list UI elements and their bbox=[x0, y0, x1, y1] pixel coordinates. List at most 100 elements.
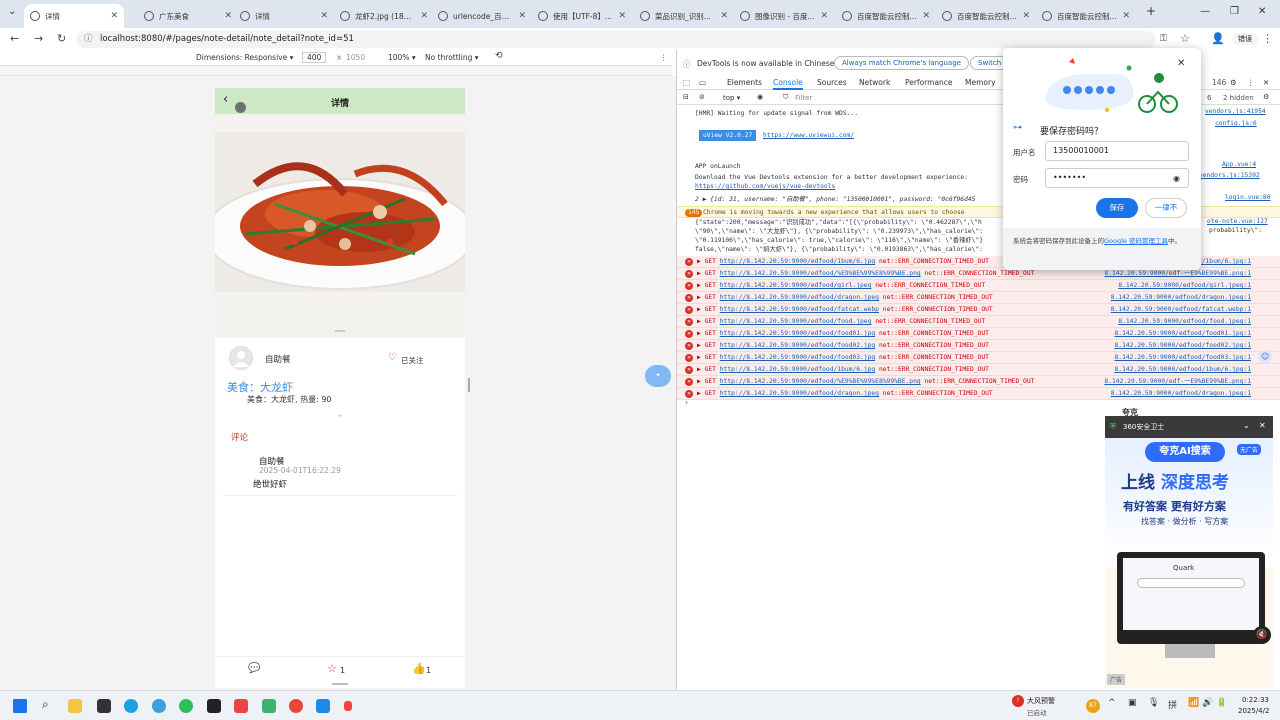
star-icon[interactable]: ☆ bbox=[327, 662, 337, 675]
error-source-link[interactable]: 8.142.20.59:9000/edfood/girl.jpeg:1 bbox=[1118, 280, 1251, 291]
error-source-link[interactable]: 8.142.20.59:9000/edfood/food02.jpg:1 bbox=[1115, 340, 1251, 351]
browser-tab[interactable]: 百度智能云控制... ✕ bbox=[836, 4, 936, 28]
error-url[interactable]: http://8.142.20.59:9000/edfood/food01.jp… bbox=[720, 330, 875, 337]
console-error-row[interactable]: ✕ ▶ GET http://8.142.20.59:9000/edfood/1b… bbox=[677, 364, 1280, 376]
app-terminal-icon[interactable] bbox=[207, 699, 221, 713]
bookmark-star-icon[interactable]: ☆ bbox=[1180, 32, 1190, 45]
author-name[interactable]: 自助餐 bbox=[265, 353, 291, 365]
username-field[interactable]: 13500010001 bbox=[1045, 141, 1189, 161]
input-method-icon[interactable]: 拼 bbox=[1168, 698, 1177, 711]
console-error-row[interactable]: ✕ ▶ GET http://8.142.20.59:9000/edfood/%E… bbox=[677, 376, 1280, 388]
microphone-icon[interactable]: 🎙 bbox=[1148, 698, 1159, 708]
error-url[interactable]: http://8.142.20.59:9000/edfood/%E9%BE%99… bbox=[720, 378, 921, 385]
hidden-messages[interactable]: 2 hidden bbox=[1223, 94, 1254, 102]
error-url[interactable]: http://8.142.20.59:9000/edfood/1bum/6.jp… bbox=[720, 366, 875, 373]
mute-icon[interactable]: 🔇 bbox=[1253, 626, 1271, 644]
error-url[interactable]: http://8.142.20.59:9000/edfood/fatcat.we… bbox=[720, 306, 879, 313]
weather-title[interactable]: 大风预警 bbox=[1027, 696, 1055, 706]
filter-icon[interactable]: ⛉ bbox=[783, 93, 788, 102]
tab-close-icon[interactable]: ✕ bbox=[420, 11, 428, 21]
epic-games-icon[interactable] bbox=[97, 699, 111, 713]
clock-time[interactable]: 0:22:33 bbox=[1242, 696, 1269, 704]
console-object-line[interactable]: 2 ▶ {id: 31, username: "自助餐", phone: "13… bbox=[677, 194, 997, 206]
password-manager-link[interactable]: Google 密码管理工具 bbox=[1104, 237, 1168, 245]
food-image[interactable] bbox=[215, 114, 465, 338]
tab-close-icon[interactable]: ✕ bbox=[618, 11, 626, 21]
tab-close-icon[interactable]: ✕ bbox=[110, 11, 118, 21]
browser-tab[interactable]: 广东美食 ✕ bbox=[138, 4, 238, 28]
close-dialog-icon[interactable]: ✕ bbox=[1177, 58, 1185, 69]
app-red-icon[interactable] bbox=[234, 699, 248, 713]
devtools-more-icon[interactable]: ⋮ bbox=[1247, 78, 1255, 87]
browser-tab[interactable]: 菜品识别_识别... ✕ bbox=[634, 4, 734, 28]
save-password-button[interactable]: 保存 bbox=[1096, 198, 1138, 218]
volume-icon[interactable]: 🔊 bbox=[1202, 698, 1213, 708]
security-badge[interactable]: 87 bbox=[1086, 699, 1100, 713]
minimize-icon[interactable]: — bbox=[1200, 6, 1210, 17]
dimensions-select[interactable]: Dimensions: Responsive ▾ bbox=[196, 53, 293, 62]
tray-up-arrow-icon[interactable]: ^ bbox=[1108, 698, 1116, 708]
floating-assistant-icon[interactable]: ✦ bbox=[645, 365, 671, 387]
error-url[interactable]: http://8.142.20.59:9000/edfood/1bum/6.jp… bbox=[720, 258, 875, 265]
console-source-link[interactable]: vendors.js:41954 bbox=[1205, 108, 1266, 115]
tab-close-icon[interactable]: ✕ bbox=[922, 11, 930, 21]
browser-tab[interactable]: 百度智能云控制... ✕ bbox=[1036, 4, 1136, 28]
console-error-row[interactable]: ✕ ▶ GET http://8.142.20.59:9000/edfood/fo… bbox=[677, 340, 1280, 352]
avatar[interactable] bbox=[229, 346, 253, 370]
match-language-button[interactable]: Always match Chrome's language bbox=[834, 56, 969, 70]
error-source-link[interactable]: 8.142.20.59:9000/edfood/food03.jpg:1 bbox=[1115, 352, 1251, 363]
uview-link[interactable]: https://www.uviewui.com/ bbox=[763, 132, 854, 139]
error-url[interactable]: http://8.142.20.59:9000/edfood/girl.jpeg bbox=[720, 282, 872, 289]
tab-search-icon[interactable]: ⌄ bbox=[8, 6, 16, 17]
tab-close-icon[interactable]: ✕ bbox=[224, 11, 232, 21]
site-info-icon[interactable]: ⓘ bbox=[84, 31, 93, 48]
app-small-icon[interactable] bbox=[344, 701, 352, 711]
reload-icon[interactable]: ↻ bbox=[57, 32, 66, 45]
browser-tab[interactable]: 使用【UTF-8】... ✕ bbox=[532, 4, 632, 28]
comment-icon[interactable]: 💬 bbox=[248, 663, 260, 674]
ad-close-icon[interactable]: ✕ bbox=[1259, 421, 1266, 430]
error-source-link[interactable]: 8.142.20.59:9000/edfood/dragon.jpeg:1 bbox=[1111, 388, 1251, 399]
settings-gear-icon[interactable]: ⚙ bbox=[1230, 78, 1237, 87]
error-source-link[interactable]: 8.142.20.59:9000/edfood/food.jpeg:1 bbox=[1118, 316, 1251, 327]
zoom-select[interactable]: 100% ▾ bbox=[388, 53, 416, 62]
follow-status[interactable]: 已关注 bbox=[401, 355, 424, 366]
file-explorer-icon[interactable] bbox=[68, 699, 82, 713]
new-tab-button[interactable]: + bbox=[1146, 4, 1156, 18]
password-field[interactable]: ••••••• bbox=[1045, 168, 1189, 188]
console-error-row[interactable]: ✕ ▶ GET http://8.142.20.59:9000/edfood/gi… bbox=[677, 280, 1280, 292]
warning-count[interactable]: 146 bbox=[1212, 78, 1226, 87]
error-url[interactable]: http://8.142.20.59:9000/edfood/food.jpeg bbox=[720, 318, 872, 325]
never-save-button[interactable]: 一律不 bbox=[1145, 198, 1187, 218]
tab-close-icon[interactable]: ✕ bbox=[720, 11, 728, 21]
viewport-resize-handle[interactable] bbox=[468, 378, 470, 392]
device-more-icon[interactable]: ⋮ bbox=[660, 53, 668, 62]
tray-app-icon[interactable]: ▣ bbox=[1128, 698, 1137, 708]
rotate-icon[interactable]: ⟲ bbox=[495, 51, 503, 61]
thumbs-up-icon[interactable]: 👍 bbox=[412, 662, 426, 675]
browser-tab[interactable]: 龙虾2.jpg (1879... ✕ bbox=[334, 4, 434, 28]
tab-performance[interactable]: Performance bbox=[905, 78, 953, 87]
url-input[interactable]: ⓘ localhost:8080/#/pages/note-detail/not… bbox=[76, 31, 1156, 48]
edge-icon[interactable] bbox=[124, 699, 138, 713]
error-url[interactable]: http://8.142.20.59:9000/edfood/dragon.jp… bbox=[720, 294, 879, 301]
ad-collapse-icon[interactable]: ⌄ bbox=[1243, 421, 1250, 430]
console-error-row[interactable]: ✕ ▶ GET http://8.142.20.59:9000/edfood/fo… bbox=[677, 328, 1280, 340]
password-key-icon[interactable]: ⚿ bbox=[1160, 34, 1167, 44]
profile-icon[interactable]: 👤 bbox=[1211, 32, 1225, 45]
profile-error-badge[interactable]: 错误 bbox=[1232, 33, 1258, 45]
console-error-row[interactable]: ✕ ▶ GET http://8.142.20.59:9000/edfood/dr… bbox=[677, 292, 1280, 304]
issues-count[interactable]: 6 bbox=[1207, 94, 1211, 102]
search-icon[interactable]: ⌕ bbox=[42, 697, 49, 712]
heart-icon[interactable]: ♡ bbox=[388, 352, 397, 363]
error-url[interactable]: http://8.142.20.59:9000/edfood/food02.jp… bbox=[720, 342, 875, 349]
menu-kebab-icon[interactable]: ⋮ bbox=[1262, 32, 1273, 45]
side-assistant-icon[interactable]: ☺ bbox=[1258, 350, 1272, 364]
console-prompt-icon[interactable]: › bbox=[685, 398, 688, 407]
device-toggle-icon[interactable]: ▭ bbox=[699, 78, 706, 87]
height-input[interactable]: 1050 bbox=[346, 53, 365, 62]
eye-icon[interactable]: ◉ bbox=[757, 93, 763, 101]
error-source-link[interactable]: 8.142.20.59:9000/edfood/fatcat.webp:1 bbox=[1111, 304, 1251, 315]
context-select[interactable]: top ▾ bbox=[723, 94, 740, 102]
tab-console[interactable]: Console bbox=[773, 78, 803, 90]
